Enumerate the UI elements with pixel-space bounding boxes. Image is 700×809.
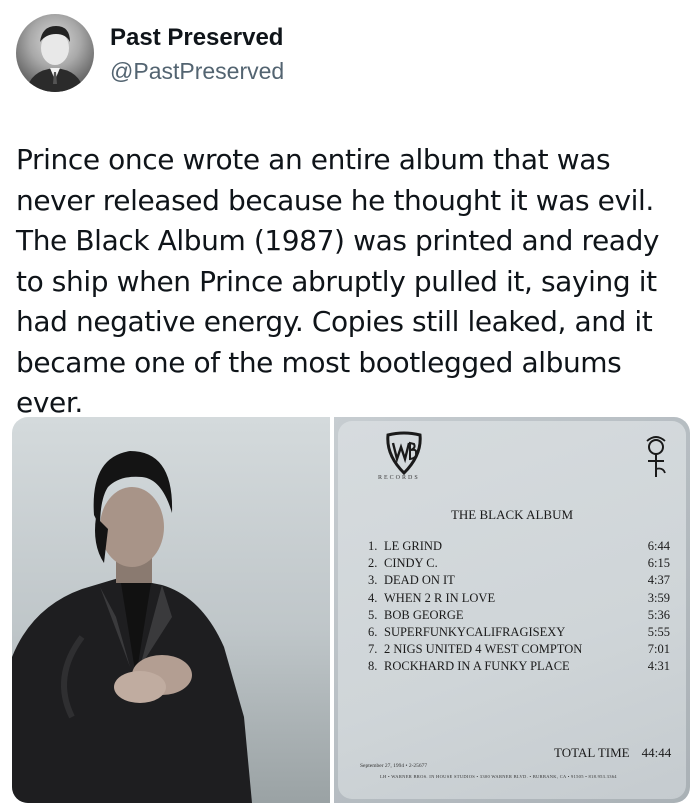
tweet-header: Past Preserved @PastPreserved [16, 14, 684, 94]
track-title: SUPERFUNKYCALIFRAGISEXY [384, 624, 566, 639]
album-back-cover: RECORDS THE BLACK ALBUM 1. LE GRIND 6:44… [338, 421, 686, 799]
track-number: 3. [368, 573, 378, 588]
track-row: 8. ROCKHARD IN A FUNKY PLACE 4:31 [368, 659, 686, 676]
track-title: CINDY C. [384, 556, 438, 571]
track-duration: 7:01 [647, 642, 670, 657]
track-title: DEAD ON IT [384, 573, 455, 588]
author-handle[interactable]: @PastPreserved [110, 58, 284, 85]
credit-line: LH • WARNER BROS. IN HOUSE STUDIOS • 330… [380, 774, 617, 779]
track-duration: 6:15 [647, 556, 670, 571]
track-list: 1. LE GRIND 6:44 2. CINDY C. 6:15 3. DEA… [368, 539, 686, 677]
date-line: September 27, 1994 • 2-25677 [360, 763, 428, 769]
total-time-value: 44:44 [641, 745, 672, 760]
track-row: 6. SUPERFUNKYCALIFRAGISEXY 5:55 [368, 625, 686, 642]
total-time-label: TOTAL TIME [554, 745, 630, 760]
track-row: 3. DEAD ON IT 4:37 [368, 573, 686, 590]
track-number: 6. [368, 624, 378, 639]
avatar-portrait-icon [26, 26, 84, 92]
album-title: THE BLACK ALBUM [450, 507, 574, 522]
avatar[interactable] [16, 14, 94, 92]
author-name[interactable]: Past Preserved [110, 24, 283, 52]
album-back-cover-photo[interactable]: RECORDS THE BLACK ALBUM 1. LE GRIND 6:44… [334, 417, 690, 803]
prince-figure-icon [12, 451, 252, 803]
tweet-media[interactable]: RECORDS THE BLACK ALBUM 1. LE GRIND 6:44… [12, 417, 690, 803]
track-number: 8. [368, 659, 378, 674]
track-duration: 5:55 [647, 624, 670, 639]
track-title: LE GRIND [384, 539, 442, 553]
track-duration: 6:44 [647, 539, 670, 553]
track-row: 1. LE GRIND 6:44 [368, 539, 686, 556]
wb-records-label: RECORDS [378, 475, 420, 481]
track-number: 4. [368, 590, 378, 605]
track-row: 2. CINDY C. 6:15 [368, 556, 686, 573]
total-time: TOTAL TIME 44:44 [554, 745, 671, 761]
track-title: ROCKHARD IN A FUNKY PLACE [384, 659, 570, 674]
track-title: BOB GEORGE [384, 607, 464, 622]
track-row: 5. BOB GEORGE 5:36 [368, 608, 686, 625]
track-title: 2 NIGS UNITED 4 WEST COMPTON [384, 642, 583, 657]
track-row: 7. 2 NIGS UNITED 4 WEST COMPTON 7:01 [368, 642, 686, 659]
track-duration: 3:59 [647, 590, 670, 605]
track-number: 2. [368, 556, 378, 571]
track-duration: 5:36 [647, 607, 670, 622]
track-duration: 4:31 [647, 659, 670, 674]
track-number: 1. [368, 539, 378, 553]
track-title: WHEN 2 R IN LOVE [384, 590, 496, 605]
track-number: 7. [368, 642, 378, 657]
prince-photo[interactable] [12, 417, 330, 803]
track-number: 5. [368, 607, 378, 622]
wb-shield-logo-icon [386, 431, 422, 475]
tweet-text: Prince once wrote an entire album that w… [16, 143, 660, 419]
track-row: 4. WHEN 2 R IN LOVE 3:59 [368, 591, 686, 608]
track-duration: 4:37 [647, 573, 670, 588]
prince-love-symbol-icon [646, 436, 666, 477]
